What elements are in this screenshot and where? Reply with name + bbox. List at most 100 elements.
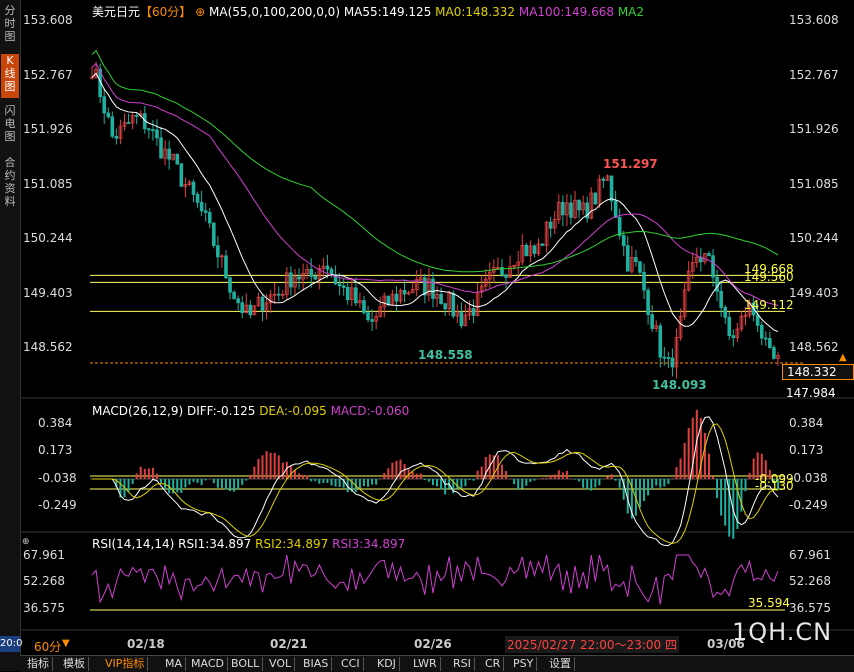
macd-dea-line — [92, 423, 779, 544]
candle-body — [354, 287, 358, 304]
tab-lwr[interactable]: LWR — [410, 657, 441, 671]
ma55-line — [91, 72, 779, 333]
candle-body — [313, 276, 318, 280]
tab-macd[interactable]: MACD — [188, 657, 228, 671]
settings-icon[interactable]: ⊕ — [195, 5, 205, 19]
candle-body — [561, 202, 565, 216]
line-tag-149560: 149.560 — [744, 270, 794, 284]
ma200-line — [91, 49, 779, 273]
macd-tick-left: 0.384 — [38, 416, 73, 430]
candle-body — [719, 290, 723, 308]
price-tick-left: 150.244 — [23, 231, 73, 245]
period-label[interactable]: 【60分】 — [140, 5, 191, 19]
tab-timeshare[interactable]: 分时图 — [1, 4, 19, 46]
candle-body — [228, 277, 232, 293]
candle-body — [366, 312, 370, 321]
candle-body — [179, 163, 184, 187]
ma100-value: MA100:149.668 — [518, 5, 614, 19]
candle-body — [167, 148, 171, 160]
tab-cci[interactable]: CCI — [338, 657, 364, 671]
candle-body — [159, 137, 163, 159]
cursor-time-label: 2025/02/27 22:00～23:00 四 — [505, 636, 679, 653]
add-indicator-icon[interactable]: ⊕ — [22, 537, 30, 547]
tab-boll[interactable]: BOLL — [228, 657, 264, 671]
rsi-tick-left: 52.268 — [23, 574, 65, 588]
price-tick-left: 153.608 — [23, 13, 73, 27]
candle-body — [232, 291, 236, 300]
period-dropdown-icon[interactable]: ▼ — [62, 638, 70, 649]
candle-body — [715, 276, 719, 292]
candle-body — [540, 243, 545, 246]
macd-tag-diff: -0.130 — [755, 479, 794, 493]
candle-body — [711, 255, 715, 278]
candle-body — [727, 316, 732, 337]
scroll-up-icon[interactable]: ▲ — [839, 352, 847, 363]
candle-body — [431, 278, 435, 299]
candle-body — [203, 210, 208, 213]
chart-legend: 美元日元【60分】 ⊕ MA(55,0,100,200,0,0) MA55:14… — [92, 3, 644, 20]
candle-body — [768, 338, 772, 348]
candle-body — [224, 255, 228, 279]
price-tick-left: 152.767 — [23, 68, 73, 82]
price-tick-right: 153.608 — [789, 13, 839, 27]
tab-cr[interactable]: CR — [482, 657, 505, 671]
candle-body — [569, 202, 573, 218]
candle-body — [195, 193, 200, 203]
candle-body — [646, 289, 650, 316]
candle-body — [723, 306, 728, 318]
candle-body — [207, 212, 212, 224]
candle-body — [175, 153, 180, 165]
left-sidebar: 分时图 K线图 闪电图 合约资料 20:0 — [0, 0, 22, 671]
macd-value: MACD:-0.060 — [330, 404, 410, 418]
tab-flash[interactable]: 闪电图 — [1, 104, 19, 146]
candle-body — [236, 298, 240, 304]
current-price-box: 148.332 — [782, 364, 854, 380]
ma-params: MA(55,0,100,200,0,0) — [209, 5, 340, 19]
tab-vip-indicator[interactable]: VIP指标 — [102, 657, 149, 671]
tab-rsi[interactable]: RSI — [450, 657, 475, 671]
macd-diff: DIFF:-0.125 — [186, 404, 256, 418]
macd-diff-line — [92, 416, 779, 547]
candle-body — [341, 285, 346, 288]
rsi3-value: RSI3:34.897 — [332, 537, 406, 551]
candle-body — [394, 293, 399, 302]
candle-body — [199, 201, 204, 212]
candle-body — [106, 112, 111, 118]
tab-kdj[interactable]: KDJ — [374, 657, 400, 671]
candle-body — [443, 303, 447, 310]
period-selector[interactable]: 60分 — [34, 638, 61, 655]
candle-body — [114, 135, 119, 139]
tab-ma[interactable]: MA — [162, 657, 187, 671]
date-label: 02/21 — [270, 637, 308, 651]
candle-body — [362, 300, 366, 314]
tab-indicator[interactable]: 指标 — [24, 657, 53, 671]
candle-body — [337, 283, 342, 287]
price-tick-right: 148.562 — [789, 340, 839, 354]
kline-chart[interactable] — [20, 0, 854, 671]
tab-template[interactable]: 模板 — [60, 657, 89, 671]
candle-body — [759, 324, 764, 339]
candle-body — [289, 272, 293, 288]
tab-bias[interactable]: BIAS — [300, 657, 333, 671]
candle-body — [593, 192, 598, 205]
macd-tick-right: -0.249 — [789, 498, 828, 512]
tab-kline[interactable]: K线图 — [1, 54, 19, 98]
tab-contract-info[interactable]: 合约资料 — [1, 156, 19, 212]
candle-body — [276, 293, 281, 296]
line-tag-149112: 149.112 — [744, 298, 794, 312]
tab-vol[interactable]: VOL — [266, 657, 296, 671]
macd-tick-left: 0.173 — [38, 443, 73, 457]
price-tick-right: 150.244 — [789, 231, 839, 245]
swing-low-label: 148.558 — [418, 348, 473, 362]
tab-settings[interactable]: 设置 — [546, 657, 575, 671]
candle-body — [609, 175, 614, 202]
rsi1-value: RSI1:34.897 — [178, 537, 252, 551]
candle-body — [126, 122, 131, 124]
price-tick-right: 152.767 — [789, 68, 839, 82]
candle-body — [386, 295, 391, 306]
candle-body — [731, 335, 736, 339]
ma55-value: MA55:149.125 — [343, 5, 432, 19]
tab-psy[interactable]: PSY — [510, 657, 538, 671]
candle-body — [248, 304, 253, 316]
rsi-tag: 35.594 — [748, 596, 790, 610]
